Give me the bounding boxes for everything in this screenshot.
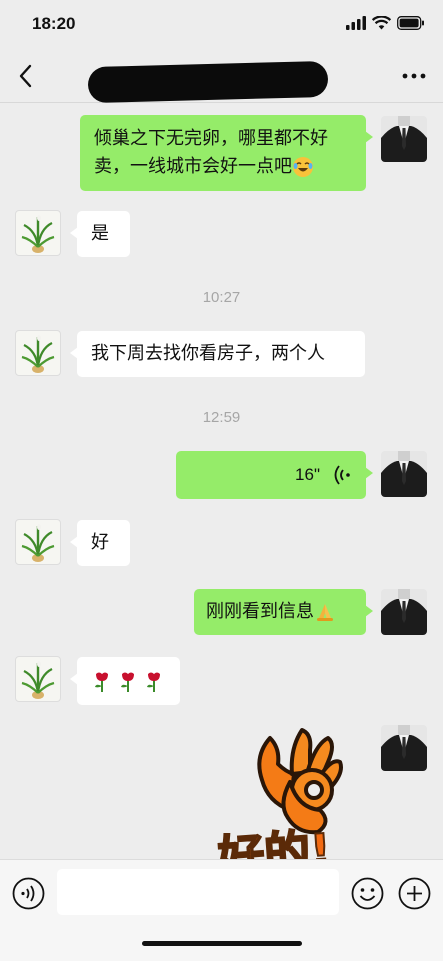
contact-avatar[interactable]: [15, 210, 61, 256]
wifi-icon: [372, 16, 391, 30]
redacted-title: [87, 60, 329, 104]
message-bubble-outgoing[interactable]: 倾巢之下无完卵，哪里都不好卖，一线城市会好一点吧: [80, 115, 373, 191]
contact-avatar[interactable]: [15, 330, 61, 376]
status-bar: 18:20: [0, 0, 443, 50]
voice-wave-icon: [334, 465, 350, 485]
suit-avatar-icon: [381, 589, 427, 635]
chat-timestamp: 12:59: [202, 409, 241, 426]
plant-avatar-icon: [21, 335, 55, 373]
suit-avatar-icon: [381, 116, 427, 162]
my-avatar[interactable]: [381, 725, 427, 771]
rose-emoji-icon: [95, 672, 108, 692]
more-icon[interactable]: [399, 66, 429, 86]
back-icon[interactable]: [14, 62, 40, 90]
folded-hands-emoji-icon: [317, 604, 333, 621]
voice-message-bubble[interactable]: 16": [176, 451, 373, 499]
message-bubble-incoming[interactable]: 是: [70, 211, 130, 257]
home-indicator: [142, 941, 302, 946]
message-text: 刚刚看到信息: [206, 601, 314, 622]
my-avatar[interactable]: [381, 589, 427, 635]
plant-avatar-icon: [21, 524, 55, 562]
rose-emoji-icon: [121, 672, 134, 692]
my-avatar[interactable]: [381, 451, 427, 497]
contact-avatar[interactable]: [15, 519, 61, 565]
suit-avatar-icon: [381, 725, 427, 771]
chat-timestamp: 10:27: [202, 289, 241, 306]
sticker-text: 好的!: [215, 822, 333, 859]
chat-area[interactable]: 倾巢之下无完卵，哪里都不好卖，一线城市会好一点吧 是 10:27 我下周去找你看…: [0, 103, 443, 859]
ok-hand-sticker[interactable]: 好的!: [210, 718, 370, 859]
signal-icon: [346, 16, 366, 30]
message-text: 我下周去找你看房子，两个人: [91, 343, 325, 364]
voice-input-button[interactable]: [12, 877, 45, 910]
message-bubble-incoming[interactable]: [70, 657, 180, 705]
suit-avatar-icon: [381, 451, 427, 497]
voice-duration: 16": [295, 465, 320, 484]
laugh-cry-emoji-icon: [293, 157, 313, 177]
plus-button-icon[interactable]: [398, 877, 431, 910]
battery-icon: [397, 16, 424, 30]
message-text: 是: [91, 223, 109, 244]
message-bubble-incoming[interactable]: 好: [70, 520, 130, 566]
status-time: 18:20: [32, 14, 76, 33]
message-text: 好: [91, 532, 109, 553]
plant-avatar-icon: [21, 661, 55, 699]
message-input[interactable]: [57, 869, 339, 915]
message-bubble-outgoing[interactable]: 刚刚看到信息: [194, 589, 373, 635]
emoji-button-icon[interactable]: [351, 877, 384, 910]
nav-bar: [0, 50, 443, 104]
contact-avatar[interactable]: [15, 656, 61, 702]
my-avatar[interactable]: [381, 116, 427, 162]
plant-avatar-icon: [21, 215, 55, 253]
message-bubble-incoming[interactable]: 我下周去找你看房子，两个人: [70, 331, 365, 377]
rose-emoji-icon: [147, 672, 160, 692]
status-icons: [346, 16, 425, 30]
